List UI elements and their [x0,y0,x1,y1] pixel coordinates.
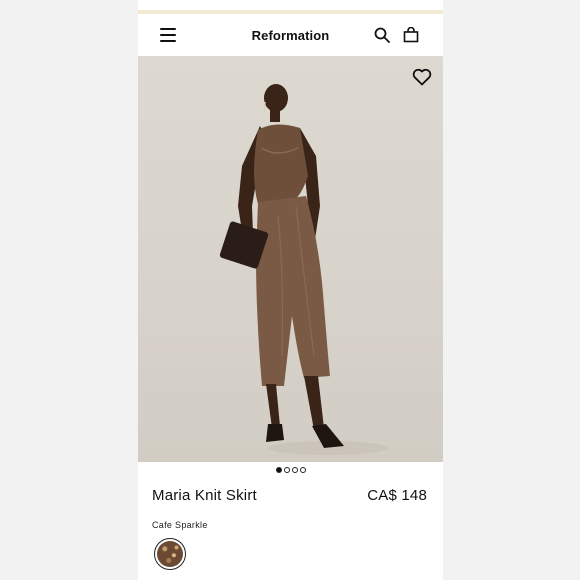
carousel-dot[interactable] [275,467,282,473]
product-price: CA$ 148 [367,487,427,504]
product-image[interactable] [138,56,443,462]
carousel-dot[interactable] [299,467,306,473]
color-name: Cafe Sparkle [152,520,208,530]
carousel-dot[interactable] [291,467,298,473]
search-icon[interactable] [374,27,390,43]
site-header: Reformation [138,14,443,56]
product-name: Maria Knit Skirt [152,487,257,504]
brand-logo[interactable]: Reformation [252,28,330,43]
app-screen: Reformation Maria Knit Skirt CA$ 148 Caf… [138,0,443,580]
carousel-dot[interactable] [283,467,290,473]
hamburger-menu-icon[interactable] [160,28,176,42]
model-photo [219,84,388,455]
color-swatch[interactable] [154,538,186,570]
shopping-bag-icon[interactable] [403,27,419,43]
swatch-fill [157,541,183,567]
image-carousel-dots [138,467,443,475]
heart-icon[interactable] [412,68,432,86]
